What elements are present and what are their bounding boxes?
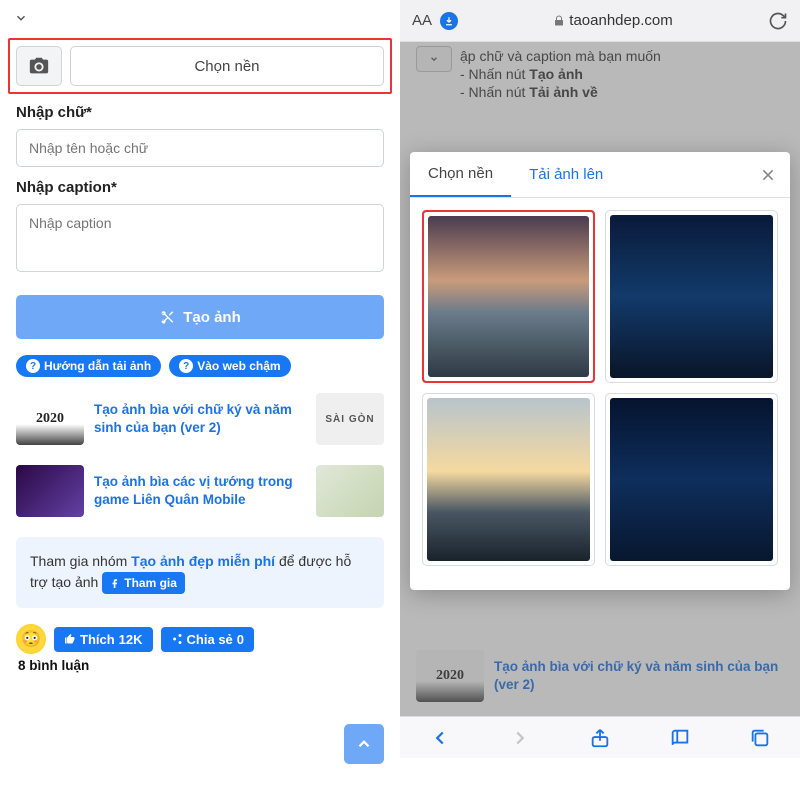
- bg-option-4[interactable]: [605, 393, 778, 566]
- comments-count[interactable]: 8 bình luận: [0, 656, 400, 675]
- related-thumb-2: [316, 465, 384, 517]
- help-pill-row: ? Hướng dẫn tải ảnh ? Vào web chậm: [0, 349, 400, 383]
- social-row: 😳 Thích 12K Chia sẻ 0: [0, 618, 400, 656]
- caption-field-group: Nhập caption*: [0, 175, 400, 285]
- help-pill-2-label: Vào web chậm: [197, 359, 280, 373]
- close-button[interactable]: [746, 167, 790, 183]
- join-label: Tham gia: [124, 574, 177, 592]
- slow-web-pill[interactable]: ? Vào web chậm: [169, 355, 290, 377]
- question-icon: ?: [26, 359, 40, 373]
- related-thumb-2: SÀI GÒN: [316, 393, 384, 445]
- bridge-thumb: [610, 215, 773, 378]
- night-city-thumb: [610, 398, 773, 561]
- chevron-up-icon: [355, 735, 373, 753]
- help-pill-1-label: Hướng dẫn tải ảnh: [44, 359, 151, 373]
- text-field-group: Nhập chữ*: [0, 100, 400, 175]
- related-thumb: 2020: [16, 393, 84, 445]
- related-title: Tạo ảnh bìa các vị tướng trong game Liên…: [94, 473, 306, 508]
- scroll-to-top-button[interactable]: [344, 724, 384, 764]
- modal-tabs: Chọn nền Tải ảnh lên: [410, 152, 790, 198]
- related-item-1[interactable]: 2020 Tạo ảnh bìa với chữ ký và năm sinh …: [0, 383, 400, 455]
- back-icon[interactable]: [429, 727, 451, 749]
- share-icon[interactable]: [589, 727, 611, 749]
- phone-screen-right: AA taoanhdep.com ập chữ và caption mà bạ…: [400, 0, 800, 800]
- like-label: Thích: [80, 632, 115, 647]
- page-background: ập chữ và caption mà bạn muốn - Nhấn nút…: [400, 42, 800, 758]
- collapse-bar[interactable]: [0, 0, 400, 36]
- camera-button[interactable]: [16, 46, 62, 86]
- text-label: Nhập chữ*: [16, 104, 384, 121]
- phone-screen-left: Chọn nền Nhập chữ* Nhập caption* Tạo ảnh…: [0, 0, 400, 800]
- help-download-pill[interactable]: ? Hướng dẫn tải ảnh: [16, 355, 161, 377]
- url-text: taoanhdep.com: [569, 12, 672, 29]
- text-input[interactable]: [16, 129, 384, 167]
- question-icon: ?: [179, 359, 193, 373]
- facebook-icon: [110, 578, 120, 588]
- safari-address-bar: AA taoanhdep.com: [400, 0, 800, 42]
- related-title: Tạo ảnh bìa với chữ ký và năm sinh của b…: [94, 401, 306, 436]
- create-image-button[interactable]: Tạo ảnh: [16, 295, 384, 339]
- like-count: 12K: [119, 632, 143, 647]
- tabs-icon[interactable]: [749, 727, 771, 749]
- related-item-2[interactable]: Tạo ảnh bìa các vị tướng trong game Liên…: [0, 455, 400, 527]
- download-arrow-icon: [444, 16, 454, 26]
- highlight-box: Chọn nền: [8, 38, 392, 94]
- bg-image-grid: [410, 198, 790, 578]
- share-button[interactable]: Chia sẻ 0: [161, 627, 254, 652]
- sunset-thumb: [427, 398, 590, 561]
- bg-option-2[interactable]: [605, 210, 778, 383]
- download-indicator[interactable]: [440, 12, 458, 30]
- safari-toolbar: [400, 716, 800, 758]
- like-button[interactable]: Thích 12K: [54, 627, 153, 652]
- caption-input[interactable]: [16, 204, 384, 272]
- reload-icon[interactable]: [768, 11, 788, 31]
- scissors-icon: [159, 309, 175, 325]
- share-count: 0: [237, 632, 244, 647]
- join-group-button[interactable]: Tham gia: [102, 572, 185, 594]
- lock-icon: [553, 15, 565, 27]
- bg-option-1[interactable]: [422, 210, 595, 383]
- forward-icon: [509, 727, 531, 749]
- caption-label: Nhập caption*: [16, 179, 384, 196]
- create-button-label: Tạo ảnh: [183, 309, 241, 326]
- share-icon: [171, 633, 183, 645]
- choose-background-button[interactable]: Chọn nền: [70, 46, 384, 86]
- related-thumb: [16, 465, 84, 517]
- share-label: Chia sẻ: [187, 632, 233, 647]
- group-text-1: Tham gia nhóm: [30, 553, 131, 569]
- city-thumb: [428, 216, 589, 377]
- group-link[interactable]: Tạo ảnh đẹp miễn phí: [131, 553, 275, 569]
- join-group-box: Tham gia nhóm Tạo ảnh đẹp miễn phí để đư…: [16, 537, 384, 608]
- tab-upload[interactable]: Tải ảnh lên: [511, 152, 621, 197]
- close-icon: [760, 167, 776, 183]
- tab-choose-bg[interactable]: Chọn nền: [410, 152, 511, 197]
- bookmarks-icon[interactable]: [669, 727, 691, 749]
- background-picker-modal: Chọn nền Tải ảnh lên: [410, 152, 790, 590]
- url-display[interactable]: taoanhdep.com: [466, 12, 760, 29]
- text-size-button[interactable]: AA: [412, 12, 432, 29]
- bg-option-3[interactable]: [422, 393, 595, 566]
- thumb-up-icon: [64, 633, 76, 645]
- camera-icon: [28, 55, 50, 77]
- chevron-down-icon: [14, 11, 28, 25]
- reaction-emoji[interactable]: 😳: [16, 624, 46, 654]
